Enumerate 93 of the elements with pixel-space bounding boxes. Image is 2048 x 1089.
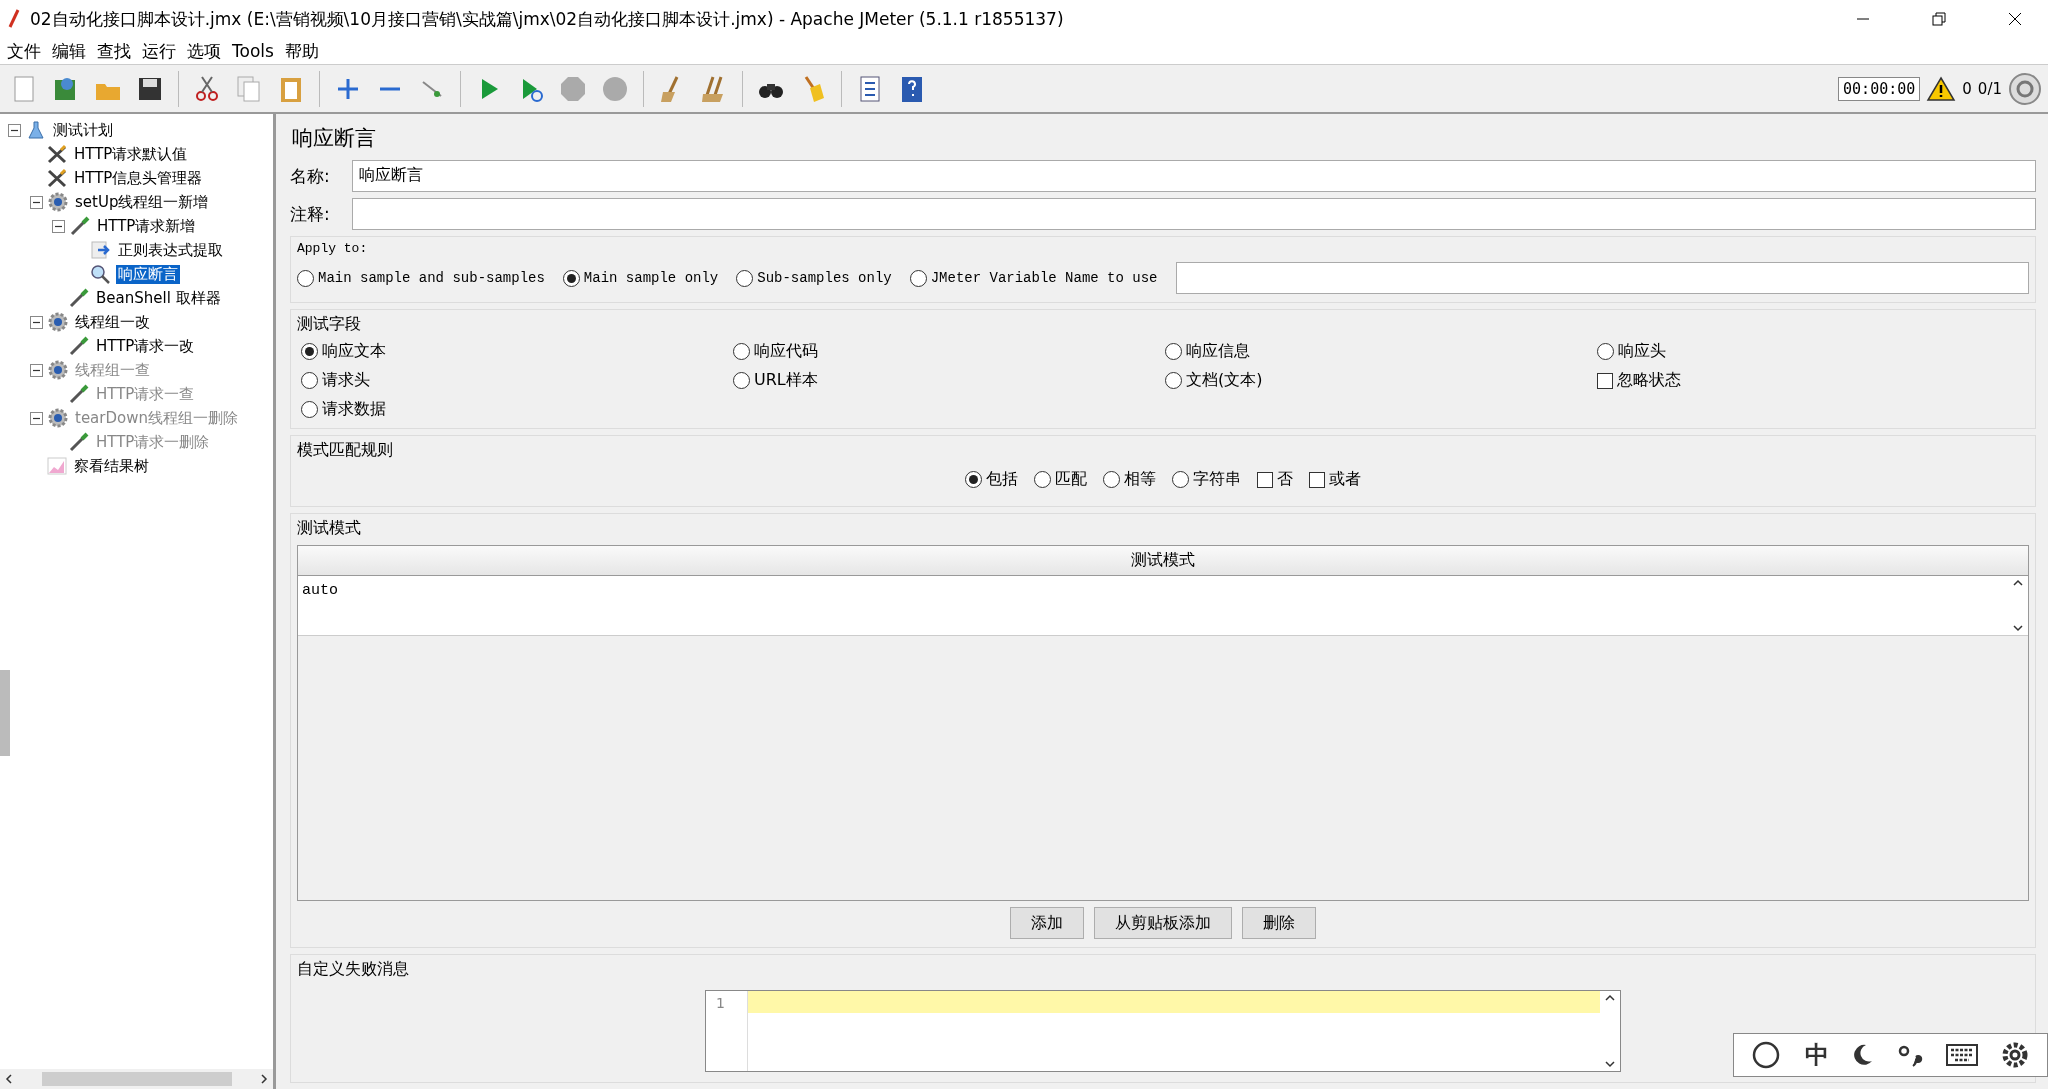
- radio-button[interactable]: 响应头: [1597, 341, 2029, 362]
- radio-button[interactable]: JMeter Variable Name to use: [909, 269, 1158, 287]
- message-editor[interactable]: 1: [705, 990, 1621, 1072]
- tree-item[interactable]: HTTP请求新增: [95, 216, 198, 236]
- menu-item[interactable]: 运行: [139, 39, 184, 63]
- scroll-down-icon[interactable]: [2013, 623, 2023, 633]
- checkbox[interactable]: 或者: [1309, 469, 1361, 490]
- radio-button[interactable]: Main sample and sub-samples: [297, 269, 545, 287]
- pipette-icon: [68, 336, 90, 356]
- scroll-up-icon[interactable]: [1605, 993, 1615, 1003]
- tree-item[interactable]: setUp线程组一新增: [73, 192, 211, 212]
- pipette-icon: [68, 288, 90, 308]
- menu-item[interactable]: Tools: [229, 41, 282, 61]
- action-button[interactable]: 从剪贴板添加: [1094, 907, 1232, 939]
- tree-item[interactable]: 察看结果树: [72, 456, 151, 476]
- gear-icon: [47, 312, 69, 332]
- action-button[interactable]: 添加: [1010, 907, 1084, 939]
- pipette-icon: [68, 384, 90, 404]
- radio-button[interactable]: 响应代码: [733, 341, 1165, 362]
- warning-icon[interactable]: [1926, 75, 1957, 102]
- group-title: 测试字段: [297, 314, 361, 335]
- moon-icon[interactable]: [1851, 1043, 1874, 1067]
- chart-icon: [46, 456, 68, 476]
- window-title: 02自动化接口脚本设计.jmx (E:\营销视频\10月接口营销\实战篇\jmx\02自动化接口脚本设计.jmx) - Apache JMeter (5.1.1 r1855137): [30, 7, 1065, 31]
- action-button[interactable]: 删除: [1242, 907, 1316, 939]
- scroll-left-icon[interactable]: [4, 1074, 14, 1084]
- radio-button[interactable]: Main sample only: [562, 269, 719, 287]
- panel-title: 响应断言: [291, 125, 377, 152]
- radio-button[interactable]: 请求头: [301, 370, 733, 391]
- radio-button[interactable]: 响应信息: [1165, 341, 1597, 362]
- collapse-icon[interactable]: [52, 219, 65, 233]
- feather-icon: [8, 9, 20, 29]
- pipette-icon: [68, 432, 90, 452]
- collapse-icon[interactable]: [30, 315, 43, 329]
- field-label: 名称:: [290, 164, 331, 188]
- tree-item[interactable]: 响应断言: [116, 264, 180, 284]
- radio-button[interactable]: 包括: [965, 469, 1018, 490]
- radio-button[interactable]: 文档(文本): [1165, 370, 1597, 391]
- menu-item[interactable]: 文件: [4, 39, 49, 63]
- menu-item[interactable]: 查找: [94, 39, 139, 63]
- group-title: 模式匹配规则: [297, 440, 393, 461]
- tools-icon: [46, 144, 68, 164]
- tree-item[interactable]: 正则表达式提取: [116, 240, 225, 260]
- scroll-right-icon[interactable]: [259, 1074, 269, 1084]
- punctuation-icon[interactable]: [1897, 1043, 1924, 1067]
- radio-button[interactable]: 响应文本: [301, 341, 733, 362]
- gear-icon: [47, 360, 69, 380]
- checkbox[interactable]: 忽略状态: [1597, 370, 2029, 391]
- radio-button[interactable]: 相等: [1103, 469, 1156, 490]
- tree-item[interactable]: HTTP请求一改: [94, 336, 197, 356]
- pipette-icon: [69, 216, 91, 236]
- error-count: 0: [1962, 79, 1972, 98]
- tools-icon: [46, 168, 68, 188]
- tree-item[interactable]: 线程组一改: [73, 312, 152, 332]
- collapse-icon[interactable]: [8, 123, 21, 137]
- group-title: Apply to:: [297, 241, 368, 256]
- close-icon[interactable]: [2007, 11, 2023, 27]
- collapse-icon[interactable]: [30, 195, 43, 209]
- tree-item[interactable]: 测试计划: [51, 120, 115, 140]
- arrow-icon: [90, 240, 112, 260]
- menu-item[interactable]: 编辑: [49, 39, 94, 63]
- scroll-up-icon[interactable]: [2013, 578, 2023, 588]
- tree-item[interactable]: BeanShell 取样器: [94, 288, 223, 308]
- scroll-bar[interactable]: [0, 1069, 273, 1089]
- variable-name-field[interactable]: [1175, 262, 2029, 294]
- gear-icon: [47, 192, 69, 212]
- comment-field[interactable]: [352, 198, 2036, 230]
- thread-count: 0/1: [1977, 79, 2002, 98]
- tree-item[interactable]: HTTP请求默认值: [72, 144, 190, 164]
- settings-icon[interactable]: [2001, 1041, 2030, 1069]
- magnifier-icon: [90, 264, 112, 284]
- gear-icon: [47, 408, 69, 428]
- radio-button[interactable]: 请求数据: [301, 399, 733, 420]
- menu-item[interactable]: 帮助: [281, 39, 327, 63]
- group-title: 测试模式: [297, 518, 361, 539]
- menu-item[interactable]: 选项: [184, 39, 229, 63]
- radio-button[interactable]: 字符串: [1172, 469, 1241, 490]
- flask-icon: [25, 120, 47, 140]
- input-mode[interactable]: 中: [1804, 1039, 1829, 1071]
- name-field[interactable]: 响应断言: [352, 160, 2036, 192]
- keyboard-icon[interactable]: [1946, 1044, 1979, 1066]
- timer: 00:00:00: [1838, 76, 1921, 101]
- column-header[interactable]: 测试模式: [298, 546, 2028, 576]
- group-title: 自定义失败消息: [297, 959, 409, 980]
- radio-button[interactable]: 匹配: [1034, 469, 1087, 490]
- radio-button[interactable]: Sub-samples only: [736, 269, 892, 287]
- scroll-down-icon[interactable]: [1605, 1059, 1615, 1069]
- restore-icon[interactable]: [1931, 11, 1947, 27]
- radio-button[interactable]: URL样本: [733, 370, 1165, 391]
- field-label: 注释:: [290, 202, 331, 226]
- checkbox[interactable]: 否: [1257, 469, 1293, 490]
- splitter-handle[interactable]: [0, 670, 10, 756]
- tree-item[interactable]: HTTP信息头管理器: [72, 168, 205, 188]
